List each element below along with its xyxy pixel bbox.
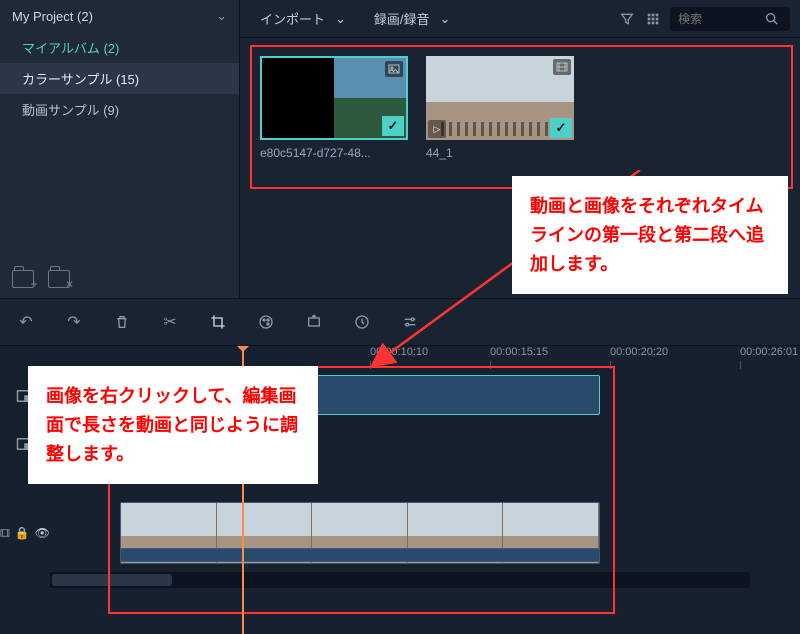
chevron-down-icon: ⌄ xyxy=(440,11,451,27)
image-type-icon xyxy=(385,61,403,77)
media-item[interactable]: ▷ ✓ 44_1 xyxy=(426,56,574,160)
sidebar-footer xyxy=(0,260,239,298)
import-label: インポート xyxy=(260,9,325,28)
search-box[interactable] xyxy=(670,7,790,31)
filter-icon[interactable] xyxy=(618,10,636,28)
chevron-down-icon: ⌄ xyxy=(216,8,227,24)
chevron-down-icon: ⌄ xyxy=(335,11,346,27)
record-label: 録画/録音 xyxy=(374,9,430,28)
media-name: e80c5147-d727-48... xyxy=(260,146,408,160)
scrollbar-thumb[interactable] xyxy=(52,574,172,586)
media-thumbnail[interactable]: ✓ xyxy=(260,56,408,140)
ruler-tick: 00:00:15:15 xyxy=(490,346,548,358)
media-item[interactable]: ✓ e80c5147-d727-48... xyxy=(260,56,408,160)
check-icon: ✓ xyxy=(382,116,404,136)
project-header[interactable]: My Project (2) ⌄ xyxy=(0,0,239,32)
search-input[interactable] xyxy=(678,12,758,26)
timeline-scrollbar[interactable] xyxy=(50,572,750,588)
import-dropdown[interactable]: インポート ⌄ xyxy=(250,5,356,32)
track-header[interactable]: 🔒 👁 xyxy=(0,526,50,540)
annotation-callout: 画像を右クリックして、編集画面で長さを動画と同じように調整します。 xyxy=(28,366,318,484)
lock-icon[interactable]: 🔒 xyxy=(15,526,30,540)
redo-icon[interactable]: ↷ xyxy=(64,312,84,332)
project-title: My Project (2) xyxy=(12,9,93,24)
visibility-icon[interactable]: 👁 xyxy=(35,526,50,540)
export-frame-icon[interactable] xyxy=(304,312,324,332)
media-thumbnail[interactable]: ▷ ✓ xyxy=(426,56,574,140)
edit-toolbar: ↶ ↷ ✂ xyxy=(0,298,800,346)
track-row-main: 🔒 👁 xyxy=(0,498,800,568)
settings-icon[interactable] xyxy=(400,312,420,332)
sidebar: My Project (2) ⌄ マイアルバム (2) カラーサンプル (15)… xyxy=(0,0,240,298)
new-folder-icon[interactable] xyxy=(12,270,34,288)
album-list: マイアルバム (2) カラーサンプル (15) 動画サンプル (9) xyxy=(0,32,239,260)
media-panel: インポート ⌄ 録画/録音 ⌄ xyxy=(240,0,800,298)
media-name: 44_1 xyxy=(426,146,574,160)
check-icon: ✓ xyxy=(550,118,572,138)
delete-icon[interactable] xyxy=(112,312,132,332)
crop-icon[interactable] xyxy=(208,312,228,332)
video-track-icon xyxy=(0,527,10,539)
cut-icon[interactable]: ✂ xyxy=(160,312,180,332)
track-content[interactable] xyxy=(50,498,800,568)
ruler-tick: 00:00:10:10 xyxy=(370,346,428,358)
undo-icon[interactable]: ↶ xyxy=(16,312,36,332)
annotation-callout: 動画と画像をそれぞれタイムラインの第一段と第二段へ追加します。 xyxy=(512,176,788,294)
media-grid: ✓ e80c5147-d727-48... ▷ ✓ 44_1 xyxy=(240,38,800,178)
play-indicator-icon: ▷ xyxy=(428,120,446,138)
search-icon xyxy=(764,11,780,27)
timeline-area: 画像を右クリックして、編集画面で長さを動画と同じように調整します。 00:00:… xyxy=(0,346,800,634)
delete-folder-icon[interactable] xyxy=(48,270,70,288)
album-item-myalbum[interactable]: マイアルバム (2) xyxy=(0,32,239,63)
album-item-colorsample[interactable]: カラーサンプル (15) xyxy=(0,63,239,94)
album-item-videosample[interactable]: 動画サンプル (9) xyxy=(0,94,239,125)
record-dropdown[interactable]: 録画/録音 ⌄ xyxy=(364,5,461,32)
color-icon[interactable] xyxy=(256,312,276,332)
speed-icon[interactable] xyxy=(352,312,372,332)
ruler-tick: 00:00:26:01 xyxy=(740,346,798,358)
media-toolbar: インポート ⌄ 録画/録音 ⌄ xyxy=(240,0,800,38)
grid-view-icon[interactable] xyxy=(644,10,662,28)
video-type-icon xyxy=(553,59,571,75)
timeline-clip-audio[interactable] xyxy=(120,548,600,562)
ruler-tick: 00:00:20:20 xyxy=(610,346,668,358)
